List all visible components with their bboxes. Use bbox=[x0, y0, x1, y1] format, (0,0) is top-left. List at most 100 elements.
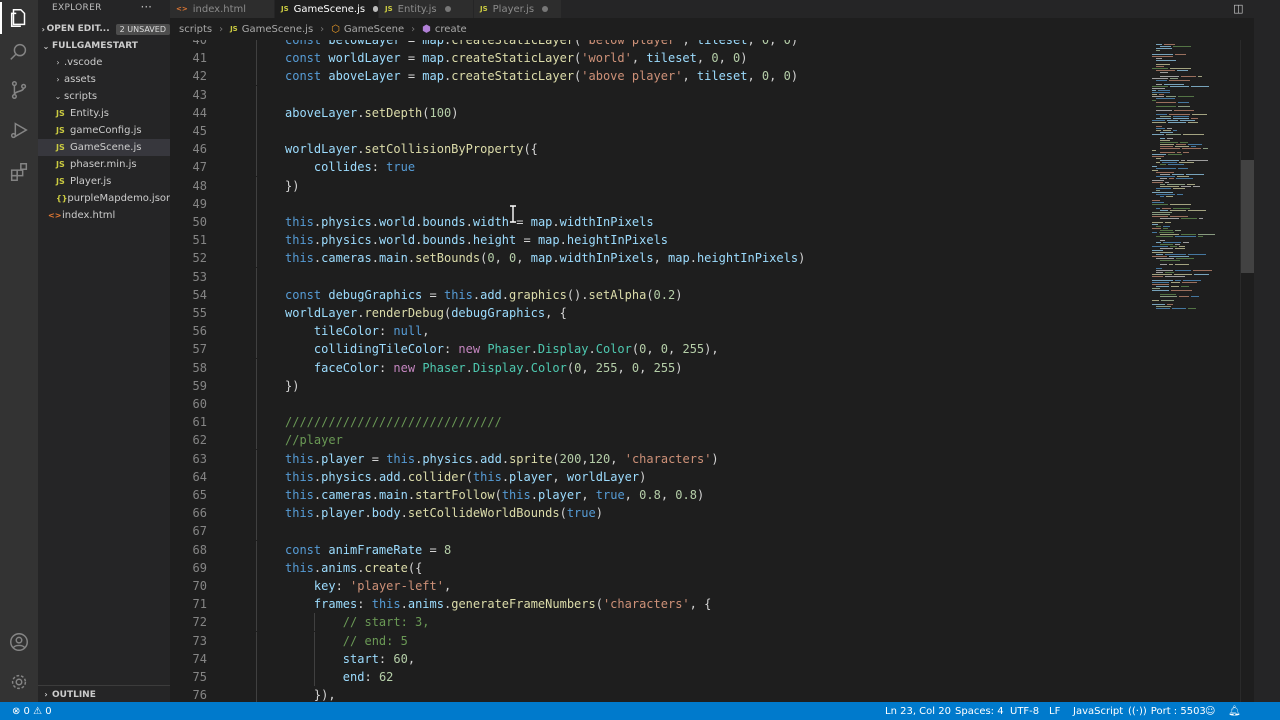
code-line[interactable]: 41 const worldLayer = map.createStaticLay… bbox=[170, 49, 1150, 68]
outline-section[interactable]: › OUTLINE bbox=[38, 685, 170, 703]
code-line[interactable]: 59}) bbox=[170, 376, 1150, 395]
code-line[interactable]: 50 this.physics.world.bounds.width = map.… bbox=[170, 213, 1150, 231]
workspace-folder-section[interactable]: ⌄ FULLGAMESTART bbox=[38, 37, 170, 55]
code-line[interactable]: 63 this.player = this.physics.add.sprite(… bbox=[170, 449, 1150, 468]
open-editors-section[interactable]: › OPEN EDIT... 2 UNSAVED bbox=[38, 20, 170, 38]
code-line[interactable]: 51 this.physics.world.bounds.height = map… bbox=[170, 231, 1150, 250]
minimap-line bbox=[1166, 96, 1176, 97]
code-line[interactable]: 68 const animFrameRate = 8 bbox=[170, 540, 1150, 559]
code-line[interactable]: 73 // end: 5 bbox=[170, 631, 1150, 650]
js-file-icon: JS bbox=[230, 25, 238, 33]
tab-player[interactable]: JS Player.js bbox=[474, 0, 562, 18]
minimap-line bbox=[1174, 110, 1194, 111]
tree-file-gameconfig[interactable]: JS gameConfig.js bbox=[38, 122, 170, 139]
code-line[interactable]: 52 this.cameras.main.setBounds(0, 0, map.… bbox=[170, 249, 1150, 268]
tree-file-player[interactable]: JS Player.js bbox=[38, 173, 170, 190]
tree-folder-assets[interactable]: › assets bbox=[38, 71, 170, 88]
feedback-icon[interactable]: ☺ bbox=[1205, 702, 1215, 720]
notifications-bell-icon[interactable]: 🔔︎ bbox=[1228, 702, 1241, 720]
minimap-line bbox=[1188, 308, 1196, 309]
tab-entity[interactable]: JS Entity.js bbox=[379, 0, 474, 18]
code-line[interactable]: 43 bbox=[170, 85, 1150, 104]
tree-file-entity[interactable]: JS Entity.js bbox=[38, 105, 170, 122]
code-line[interactable]: 64 this.physics.add.collider(this.player,… bbox=[170, 467, 1150, 486]
line-number: 47 bbox=[192, 160, 207, 175]
code-line[interactable]: 53 bbox=[170, 267, 1150, 286]
minimap-line bbox=[1203, 148, 1208, 149]
minimap-line bbox=[1181, 234, 1196, 235]
minimap-line bbox=[1156, 268, 1162, 269]
code-line[interactable]: 44 aboveLayer.setDepth(100) bbox=[170, 103, 1150, 122]
files-icon[interactable] bbox=[0, 0, 38, 36]
minimap[interactable] bbox=[1148, 40, 1240, 702]
indentation-setting[interactable]: Spaces: 4 bbox=[955, 702, 1004, 720]
code-line[interactable]: 72 // start: 3, bbox=[170, 613, 1150, 632]
tab-label: Player.js bbox=[492, 3, 535, 15]
breadcrumb-file[interactable]: GameScene.js bbox=[242, 24, 313, 35]
tree-file-index-html[interactable]: <> index.html bbox=[38, 207, 170, 224]
code-line[interactable]: 40 const belowLayer = map.createStaticLay… bbox=[170, 40, 1150, 49]
tree-folder-scripts[interactable]: ⌄ scripts bbox=[38, 88, 170, 105]
code-line[interactable]: 75 end: 62 bbox=[170, 668, 1150, 686]
unsaved-dot-icon[interactable] bbox=[444, 6, 451, 12]
unsaved-dot-icon[interactable] bbox=[373, 6, 378, 12]
breadcrumb-method[interactable]: create bbox=[435, 24, 467, 35]
eol-setting[interactable]: LF bbox=[1049, 702, 1060, 720]
minimap-line bbox=[1152, 78, 1168, 79]
code-line[interactable]: 47 collides: true bbox=[170, 158, 1150, 177]
code-line[interactable]: 62 //player bbox=[170, 431, 1150, 450]
unsaved-dot-icon[interactable] bbox=[542, 6, 549, 12]
breadcrumb-folder[interactable]: scripts bbox=[179, 24, 212, 35]
tree-file-purplemapdemo[interactable]: {} purpleMapdemo.json bbox=[38, 190, 170, 207]
code-line[interactable]: 61 ////////////////////////////// bbox=[170, 413, 1150, 432]
code-line[interactable]: 54 const debugGraphics = this.add.graphic… bbox=[170, 285, 1150, 304]
code-line[interactable]: 42 const aboveLayer = map.createStaticLay… bbox=[170, 67, 1150, 86]
problems-indicator[interactable]: ⊗ 0 ⚠ 0 bbox=[12, 702, 52, 720]
editor-tabs: <> index.html JS GameScene.js JS Entity.… bbox=[170, 0, 1280, 18]
encoding-setting[interactable]: UTF-8 bbox=[1010, 702, 1039, 720]
code-text: // end: 5 bbox=[342, 633, 408, 648]
code-line[interactable]: 66 this.player.body.setCollideWorldBounds… bbox=[170, 504, 1150, 523]
code-line[interactable]: 49 bbox=[170, 194, 1150, 213]
cursor-position[interactable]: Ln 23, Col 20 bbox=[885, 702, 951, 720]
code-line[interactable]: 74 start: 60, bbox=[170, 649, 1150, 668]
tree-folder-vscode[interactable]: › .vscode bbox=[38, 54, 170, 71]
code-line[interactable]: 56 tileColor: null, bbox=[170, 322, 1150, 341]
minimap-line bbox=[1173, 118, 1189, 119]
code-line[interactable]: 48}) bbox=[170, 176, 1150, 195]
split-editor-icon[interactable]: ◫ bbox=[1233, 2, 1243, 15]
source-control-icon[interactable] bbox=[0, 72, 38, 108]
tree-file-gamescene[interactable]: JS GameScene.js bbox=[38, 139, 170, 156]
language-mode[interactable]: JavaScript bbox=[1073, 702, 1123, 720]
code-editor[interactable]: 40 const belowLayer = map.createStaticLay… bbox=[170, 40, 1280, 702]
code-line[interactable]: 69 this.anims.create({ bbox=[170, 558, 1150, 577]
code-line[interactable]: 55 worldLayer.renderDebug(debugGraphics, … bbox=[170, 304, 1150, 322]
breadcrumb-class[interactable]: GameScene bbox=[344, 24, 404, 35]
minimap-line bbox=[1174, 274, 1192, 275]
tree-file-phaser[interactable]: JS phaser.min.js bbox=[38, 156, 170, 173]
extensions-icon[interactable] bbox=[0, 154, 38, 190]
code-text: const debugGraphics = this.add.graphics(… bbox=[285, 287, 683, 302]
live-server-port[interactable]: ((·)) Port : 5503 bbox=[1128, 702, 1206, 720]
code-line[interactable]: 46 worldLayer.setCollisionByProperty({ bbox=[170, 140, 1150, 159]
manage-gear-icon[interactable] bbox=[0, 664, 38, 700]
account-icon[interactable] bbox=[0, 624, 38, 660]
run-debug-icon[interactable] bbox=[0, 112, 38, 148]
code-line[interactable]: 60 bbox=[170, 395, 1150, 413]
code-line[interactable]: 70 key: 'player-left', bbox=[170, 577, 1150, 595]
editor-scrollbar[interactable] bbox=[1240, 40, 1254, 702]
code-line[interactable]: 45 bbox=[170, 122, 1150, 140]
code-line[interactable]: 58 faceColor: new Phaser.Display.Color(0… bbox=[170, 358, 1150, 377]
tab-gamescene[interactable]: JS GameScene.js bbox=[275, 0, 379, 18]
scrollbar-thumb[interactable] bbox=[1241, 160, 1254, 273]
search-icon[interactable] bbox=[0, 34, 38, 70]
tab-index-html[interactable]: <> index.html bbox=[170, 0, 275, 18]
code-line[interactable]: 65 this.cameras.main.startFollow(this.pla… bbox=[170, 486, 1150, 504]
code-line[interactable]: 71 frames: this.anims.generateFrameNumbe… bbox=[170, 595, 1150, 614]
code-line[interactable]: 67 bbox=[170, 522, 1150, 541]
minimap-line bbox=[1160, 140, 1170, 141]
js-file-icon: JS bbox=[56, 126, 65, 135]
code-line[interactable]: 76 }), bbox=[170, 686, 1150, 702]
code-line[interactable]: 57 collidingTileColor: new Phaser.Displa… bbox=[170, 340, 1150, 359]
more-actions-icon[interactable]: ··· bbox=[141, 0, 152, 14]
